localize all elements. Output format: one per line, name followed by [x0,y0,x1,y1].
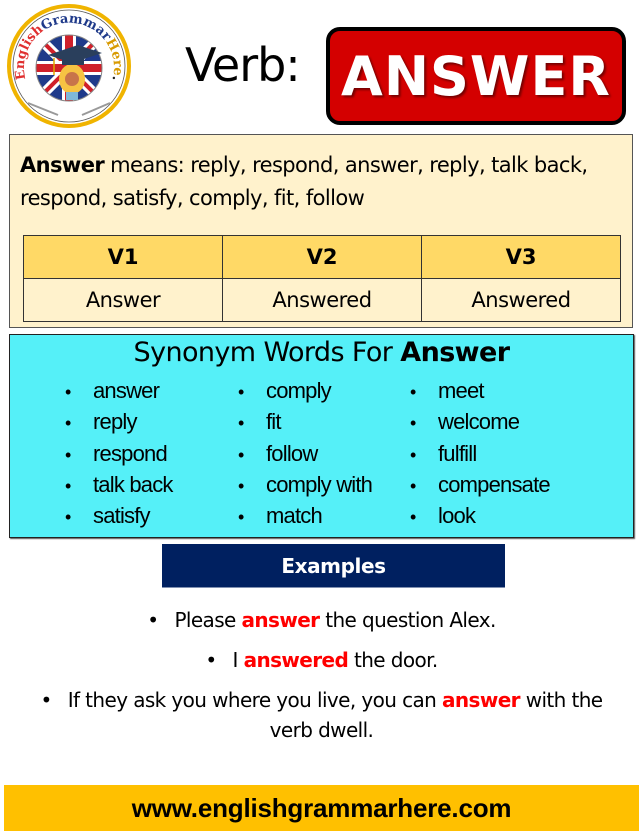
verb-forms-value-row: Answer Answered Answered [23,278,621,322]
synonym-item: welcome [410,406,550,437]
header-v1: V1 [23,235,223,279]
synonym-item: reply [65,406,173,437]
synonym-item: look [410,500,550,531]
header-v2: V2 [222,235,422,279]
verb-title: ANSWER [341,44,611,108]
example-sentence: • I answered the door. [205,648,438,672]
example-highlight: answer [241,608,321,632]
synonym-item: compensate [410,469,551,500]
synonym-item: satisfy [65,500,173,531]
verb-badge: ANSWER [326,27,626,125]
footer-url[interactable]: www.englishgrammarhere.com [132,793,512,824]
synonym-item: follow [238,438,372,469]
value-v2: Answered [222,278,422,322]
value-v1: Answer [23,278,223,322]
synonym-item: meet [410,375,550,406]
meaning-word: Answer [20,153,105,177]
example-sentence: • If they ask you where you live, you can… [40,688,603,742]
examples-header-label: Examples [281,553,386,578]
verb-label: Verb: [185,38,301,92]
bullet-icon: • [205,648,217,672]
site-logo: EnglishGrammarHere.Com [0,0,132,129]
synonyms-column-2: comply fit follow comply with match [238,375,373,531]
synonym-item: comply [238,375,372,406]
synonym-item: talk back [65,469,173,500]
value-v3: Answered [421,278,621,322]
synonyms-title: Synonym Words For Answer [133,337,511,368]
meaning-text: Answer means: reply, respond, answer, re… [20,149,620,215]
synonym-item: fulfill [410,438,550,469]
examples-header: Examples [162,544,505,588]
verb-forms-header-row: V1 V2 V3 [23,235,621,279]
bullet-icon: • [147,608,159,632]
meaning-definition: means: reply, respond, answer, reply, ta… [20,153,588,210]
header-v3: V3 [421,235,621,279]
example-highlight: answered [243,648,349,672]
synonyms-column-1: answer reply respond talk back satisfy [65,375,173,531]
synonym-item: match [238,500,372,531]
synonym-item: fit [238,406,372,437]
meaning-box: Answer means: reply, respond, answer, re… [9,134,633,328]
footer-banner: www.englishgrammarhere.com [4,785,639,831]
synonyms-box: Synonym Words For Answer answer reply re… [9,334,634,538]
synonyms-column-3: meet welcome fulfill compensate look [410,375,551,531]
synonyms-title-word: Answer [400,337,510,368]
verb-forms-table: V1 V2 V3 Answer Answered Answered [23,235,621,322]
example-sentence: • Please answer the question Alex. [147,608,496,632]
example-highlight: answer [441,688,521,712]
bullet-icon: • [40,688,52,712]
synonym-item: answer [65,375,173,406]
synonym-item: comply with [238,469,373,500]
synonym-item: respond [65,438,173,469]
